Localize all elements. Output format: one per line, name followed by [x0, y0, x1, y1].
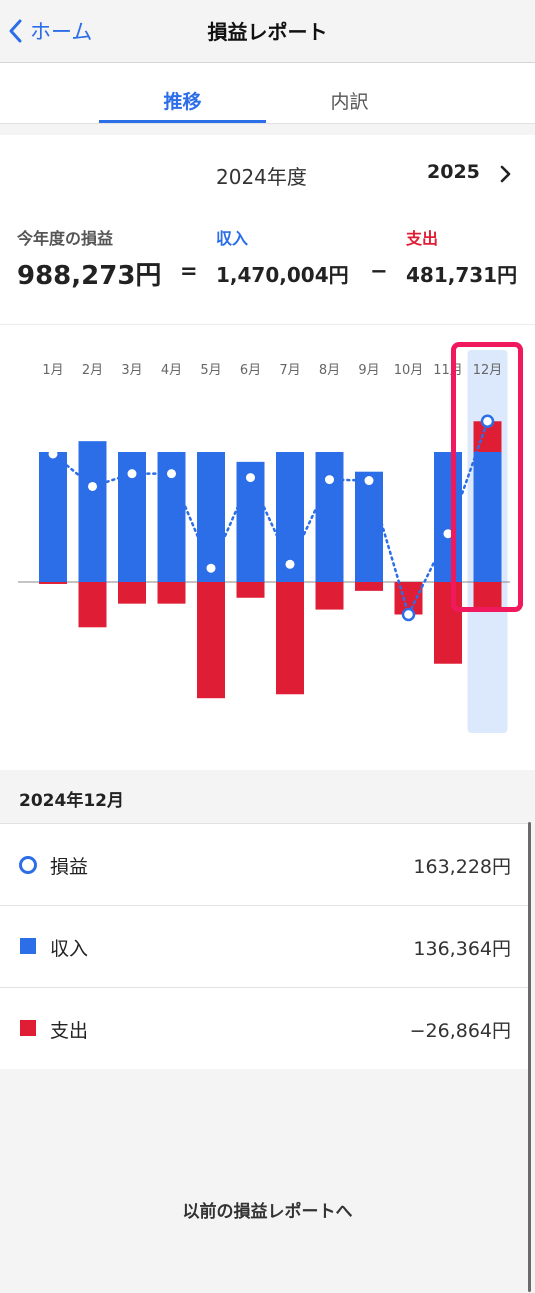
- expense-bar: [118, 582, 146, 604]
- expense-bar: [197, 582, 225, 699]
- profit-point: [364, 476, 374, 486]
- expense-label: 支出: [406, 229, 439, 248]
- profit-point: [401, 607, 416, 622]
- detail-label: 支出: [50, 1020, 89, 1042]
- detail-value: 163,228円: [413, 856, 511, 878]
- expense-marker-icon: [20, 1020, 36, 1036]
- profit-value: 988,273円: [17, 261, 162, 291]
- previous-report-link[interactable]: 以前の損益レポートへ: [0, 1197, 535, 1222]
- detail-row-profit: 損益 163,228円: [0, 824, 529, 906]
- profit-point: [206, 563, 216, 573]
- income-marker-icon: [20, 938, 36, 954]
- profit-point: [285, 559, 295, 569]
- month-label: 8月: [319, 363, 340, 378]
- income-label: 収入: [216, 229, 249, 248]
- detail-label: 収入: [50, 938, 89, 960]
- selection-highlight-box: [451, 342, 523, 612]
- current-year: 2024年度: [216, 165, 307, 189]
- expense-bar: [78, 582, 107, 628]
- tab-breakdown[interactable]: 内訳: [266, 87, 433, 114]
- expense-bar: [315, 582, 344, 610]
- month-label: 2月: [82, 363, 103, 378]
- profit-label: 今年度の損益: [17, 229, 114, 248]
- profit-marker-icon: [19, 856, 37, 874]
- detail-list: 損益 163,228円 収入 136,364円 支出 −26,864円: [0, 823, 529, 1069]
- profit-point: [325, 475, 334, 485]
- profit-point: [127, 469, 137, 479]
- month-label: 3月: [121, 363, 142, 378]
- next-year-button[interactable]: 2025: [427, 161, 480, 183]
- profit-point: [167, 469, 176, 479]
- income-bar: [355, 471, 383, 582]
- detail-row-income: 収入 136,364円: [0, 906, 529, 988]
- expense-value: 481,731円: [406, 263, 518, 287]
- profit-point: [246, 473, 255, 483]
- expense-bar: [236, 582, 265, 598]
- detail-value: 136,364円: [413, 938, 511, 960]
- income-bar: [197, 452, 225, 582]
- tab-trend[interactable]: 推移: [99, 87, 266, 114]
- detail-title: 2024年12月: [19, 791, 124, 811]
- expense-bar: [276, 582, 304, 695]
- month-label: 7月: [279, 363, 300, 378]
- month-label: 4月: [161, 363, 182, 378]
- tab-bar: 推移 内訳: [0, 63, 535, 124]
- month-label: 5月: [200, 363, 221, 378]
- income-bar: [315, 452, 344, 582]
- detail-row-expense: 支出 −26,864円: [0, 988, 529, 1069]
- detail-value: −26,864円: [409, 1020, 511, 1042]
- chevron-right-icon[interactable]: [500, 165, 512, 183]
- active-tab-indicator: [99, 120, 266, 123]
- nav-bar: ホーム 損益レポート: [0, 0, 535, 63]
- expense-bar: [157, 582, 186, 604]
- divider: [0, 324, 535, 325]
- income-bar: [39, 452, 67, 582]
- profit-point: [48, 449, 58, 459]
- income-value: 1,470,004円: [216, 263, 349, 287]
- expense-bar: [355, 582, 383, 591]
- month-label: 10月: [394, 363, 424, 378]
- month-label: 1月: [42, 363, 63, 378]
- page-title: 損益レポート: [207, 20, 328, 44]
- minus-sign: −: [370, 259, 388, 283]
- expense-bar: [39, 582, 67, 584]
- month-label: 6月: [240, 363, 261, 378]
- detail-label: 損益: [50, 856, 89, 878]
- income-bar: [78, 441, 107, 582]
- month-label: 9月: [358, 363, 379, 378]
- equals-sign: =: [180, 259, 198, 283]
- profit-point: [88, 481, 97, 491]
